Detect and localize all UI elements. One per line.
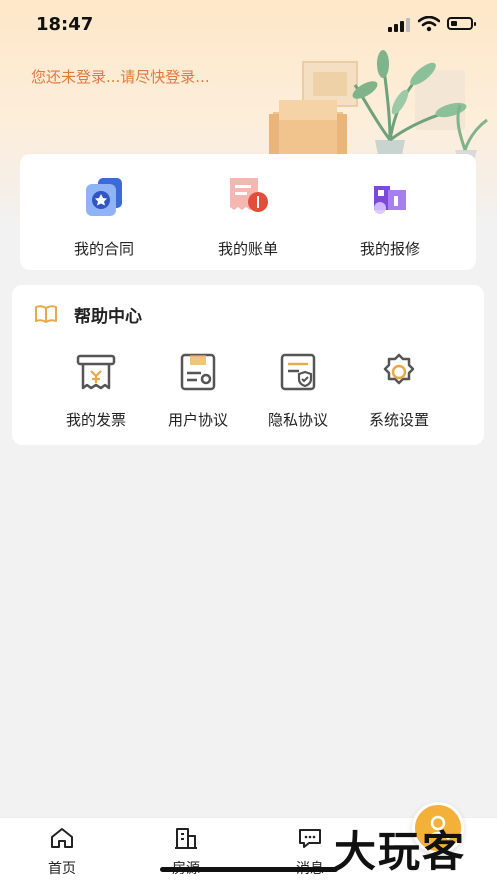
book-icon [35, 305, 57, 323]
login-prompt[interactable]: 您还未登录...请尽快登录... [31, 66, 210, 87]
user-agreement-label: 用户协议 [167, 411, 228, 429]
help-center-card: 帮助中心 我的发票 用户协议 隐私协议 系统设置 [12, 285, 484, 445]
privacy-agreement-label: 隐私协议 [267, 411, 328, 429]
my-repair-label: 我的报修 [359, 240, 420, 258]
help-center-title: 帮助中心 [74, 307, 142, 327]
privacy-agreement-button[interactable]: 隐私协议 [248, 351, 348, 430]
battery-icon [447, 17, 476, 30]
building-icon [175, 828, 197, 849]
room-illustration [269, 50, 488, 160]
my-bill-button[interactable]: 我的账单 [188, 172, 308, 259]
my-contract-button[interactable]: 我的合同 [44, 172, 164, 259]
quick-actions-card: 我的合同 我的账单 我的报修 [20, 154, 476, 270]
system-settings-label: 系统设置 [368, 411, 429, 429]
home-indicator [160, 867, 338, 872]
status-time: 18:47 [36, 14, 94, 35]
tab-home[interactable]: 首页 [32, 826, 92, 878]
user-agreement-icon [180, 353, 216, 391]
message-icon [299, 829, 321, 848]
my-invoice-label: 我的发票 [65, 411, 126, 429]
bill-icon [230, 178, 268, 212]
my-contract-label: 我的合同 [73, 240, 134, 258]
my-invoice-button[interactable]: 我的发票 [46, 351, 146, 430]
invoice-icon [76, 354, 116, 390]
status-bar: 18:47 [0, 0, 497, 50]
user-agreement-button[interactable]: 用户协议 [148, 351, 248, 430]
my-repair-button[interactable]: 我的报修 [330, 172, 450, 259]
contract-icon [86, 178, 122, 216]
privacy-agreement-icon [280, 353, 316, 391]
my-bill-label: 我的账单 [217, 240, 278, 258]
repair-icon [374, 186, 406, 214]
signal-icon [388, 18, 412, 32]
wifi-icon [418, 16, 440, 32]
tab-home-label: 首页 [48, 861, 76, 877]
home-icon [51, 828, 73, 848]
system-settings-button[interactable]: 系统设置 [349, 351, 449, 430]
settings-icon [383, 353, 415, 385]
watermark: 大玩客 [334, 827, 467, 876]
